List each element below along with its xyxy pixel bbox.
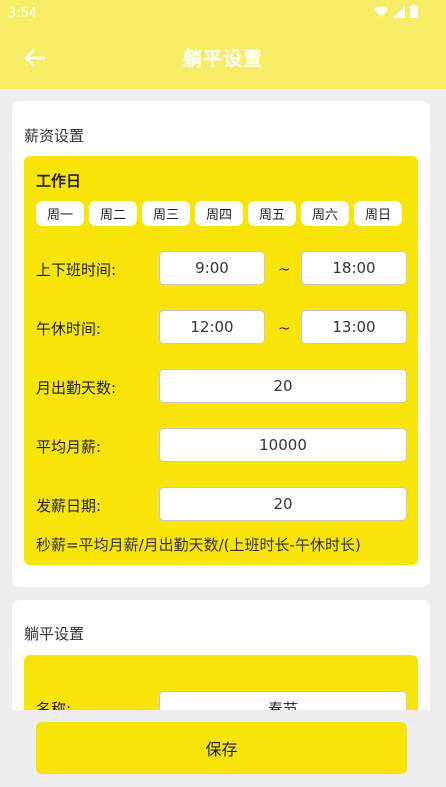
- lie-flat-settings-card: 躺平设置 名称: 春节: [12, 600, 430, 710]
- save-button[interactable]: 保存: [36, 722, 407, 774]
- page-title: 躺平设置: [182, 48, 263, 70]
- work-hours-label: 上下班时间:: [36, 261, 117, 279]
- pay-day-label: 发薪日期:: [36, 497, 102, 515]
- avg-salary-field[interactable]: 10000: [159, 428, 407, 462]
- status-icons: [374, 5, 418, 18]
- lunch-start-field[interactable]: 12:00: [159, 310, 265, 344]
- workday-selector: 周一 周二 周三 周四 周五 周六 周日: [36, 201, 402, 226]
- lunch-break-label: 午休时间:: [36, 320, 102, 338]
- lie-flat-settings-title: 躺平设置: [24, 625, 85, 643]
- salary-settings-title: 薪资设置: [24, 127, 85, 145]
- salary-settings-card: 薪资设置 工作日 周一 周二 周三 周四 周五 周六 周日 上下班时间: 9:0…: [12, 101, 430, 587]
- status-bar: 3:54: [0, 0, 446, 26]
- day-toggle-wed[interactable]: 周三: [142, 201, 190, 226]
- signal-icon: [393, 5, 405, 18]
- day-toggle-sun[interactable]: 周日: [354, 201, 402, 226]
- salary-panel: 工作日 周一 周二 周三 周四 周五 周六 周日 上下班时间: 9:00 ~ 1…: [24, 156, 418, 565]
- day-toggle-thu[interactable]: 周四: [195, 201, 243, 226]
- lie-flat-panel: 名称: 春节: [24, 655, 418, 710]
- wifi-icon: [374, 6, 388, 17]
- day-toggle-mon[interactable]: 周一: [36, 201, 84, 226]
- settings-scroll-area[interactable]: 薪资设置 工作日 周一 周二 周三 周四 周五 周六 周日 上下班时间: 9:0…: [0, 89, 446, 710]
- avg-salary-label: 平均月薪:: [36, 438, 102, 456]
- status-time: 3:54: [8, 5, 38, 21]
- salary-formula-text: 秒薪=平均月薪/月出勤天数/(上班时长-午休时长): [36, 536, 361, 554]
- range-separator: ~: [278, 260, 291, 278]
- day-toggle-tue[interactable]: 周二: [89, 201, 137, 226]
- app-bar: 躺平设置: [0, 26, 446, 89]
- workdays-title: 工作日: [36, 172, 82, 190]
- pay-day-field[interactable]: 20: [159, 487, 407, 521]
- attendance-days-field[interactable]: 20: [159, 369, 407, 403]
- holiday-name-label: 名称:: [36, 700, 72, 710]
- day-toggle-fri[interactable]: 周五: [248, 201, 296, 226]
- range-separator: ~: [278, 319, 291, 337]
- work-start-field[interactable]: 9:00: [159, 251, 265, 285]
- battery-icon: [410, 5, 418, 18]
- holiday-name-field[interactable]: 春节: [159, 691, 407, 710]
- bottom-bar: 保存: [0, 710, 446, 787]
- work-end-field[interactable]: 18:00: [301, 251, 407, 285]
- attendance-days-label: 月出勤天数:: [36, 379, 117, 397]
- lunch-end-field[interactable]: 13:00: [301, 310, 407, 344]
- day-toggle-sat[interactable]: 周六: [301, 201, 349, 226]
